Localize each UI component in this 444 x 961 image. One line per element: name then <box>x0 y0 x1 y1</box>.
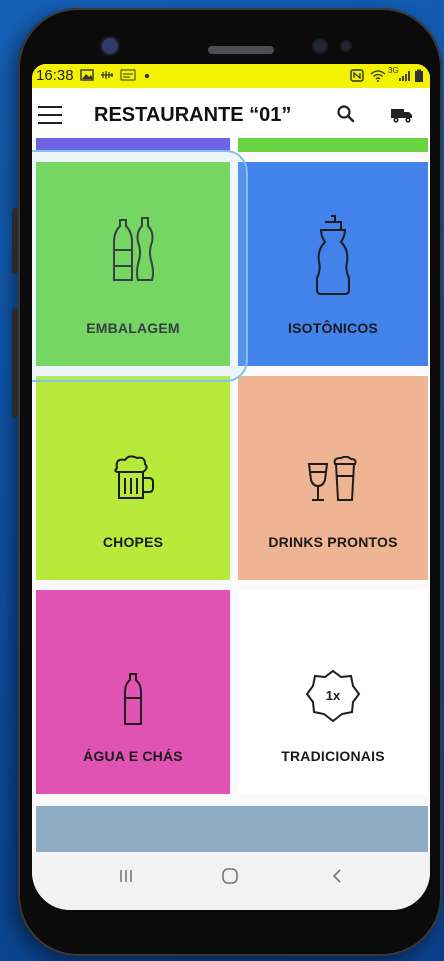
gallery-notification-icon <box>80 69 94 81</box>
wifi-icon <box>370 70 386 82</box>
phone-screen: 16:38 3G RESTAURANTE “01” EMBALAGEM ISOT… <box>32 64 430 910</box>
water-bottle-icon <box>124 673 142 725</box>
category-label: EMBALAGEM <box>86 320 180 336</box>
category-tile-embalagem[interactable]: EMBALAGEM <box>36 162 230 366</box>
proximity-sensor <box>342 42 350 50</box>
category-tile-agua-e-chas[interactable]: ÁGUA E CHÁS <box>36 590 230 794</box>
iris-sensor <box>314 40 326 52</box>
battery-icon <box>415 69 423 82</box>
earpiece-speaker <box>208 46 274 54</box>
status-bar: 16:38 3G <box>32 64 430 88</box>
drink-glasses-icon <box>307 456 357 501</box>
delivery-truck-icon[interactable] <box>390 106 414 124</box>
volume-button <box>12 208 18 274</box>
category-label: DRINKS PRONTOS <box>268 534 398 550</box>
category-tile-drinks-prontos[interactable]: DRINKS PRONTOS <box>238 376 428 580</box>
voicemail-notification-icon <box>101 71 113 79</box>
nfc-icon <box>350 69 364 82</box>
category-tile-partial[interactable] <box>36 138 230 152</box>
signal-icon <box>399 71 410 81</box>
category-tile-isotonicos[interactable]: ISOTÔNICOS <box>238 162 428 366</box>
page-title: RESTAURANTE “01” <box>94 104 292 126</box>
bottles-icon <box>113 217 154 281</box>
cpf-notification-icon <box>120 69 136 81</box>
category-grid: EMBALAGEM ISOTÔNICOS CHOPES DRINKS PRONT… <box>32 138 430 906</box>
back-icon[interactable] <box>328 866 348 886</box>
category-label: ÁGUA E CHÁS <box>83 748 183 764</box>
search-icon[interactable] <box>336 104 356 124</box>
category-tile-partial[interactable] <box>238 138 428 152</box>
status-time: 16:38 <box>36 67 74 84</box>
home-icon[interactable] <box>220 866 240 886</box>
beer-mug-icon <box>114 455 154 499</box>
front-camera <box>102 38 118 54</box>
bixby-button <box>12 308 18 418</box>
badge-text: 1x <box>326 688 341 703</box>
category-label: ISOTÔNICOS <box>288 320 378 336</box>
category-label: TRADICIONAIS <box>281 748 385 764</box>
recents-icon[interactable] <box>116 866 136 886</box>
category-tile-chopes[interactable]: CHOPES <box>36 376 230 580</box>
more-notifications-dot-icon <box>144 73 150 79</box>
badge-1x-icon: 1x <box>305 669 361 723</box>
hamburger-menu-icon[interactable] <box>38 106 62 124</box>
sport-bottle-icon <box>316 215 350 295</box>
category-label: CHOPES <box>102 534 164 550</box>
category-tile-tradicionais[interactable]: 1x TRADICIONAIS <box>238 590 428 794</box>
navigation-bar <box>32 852 430 910</box>
